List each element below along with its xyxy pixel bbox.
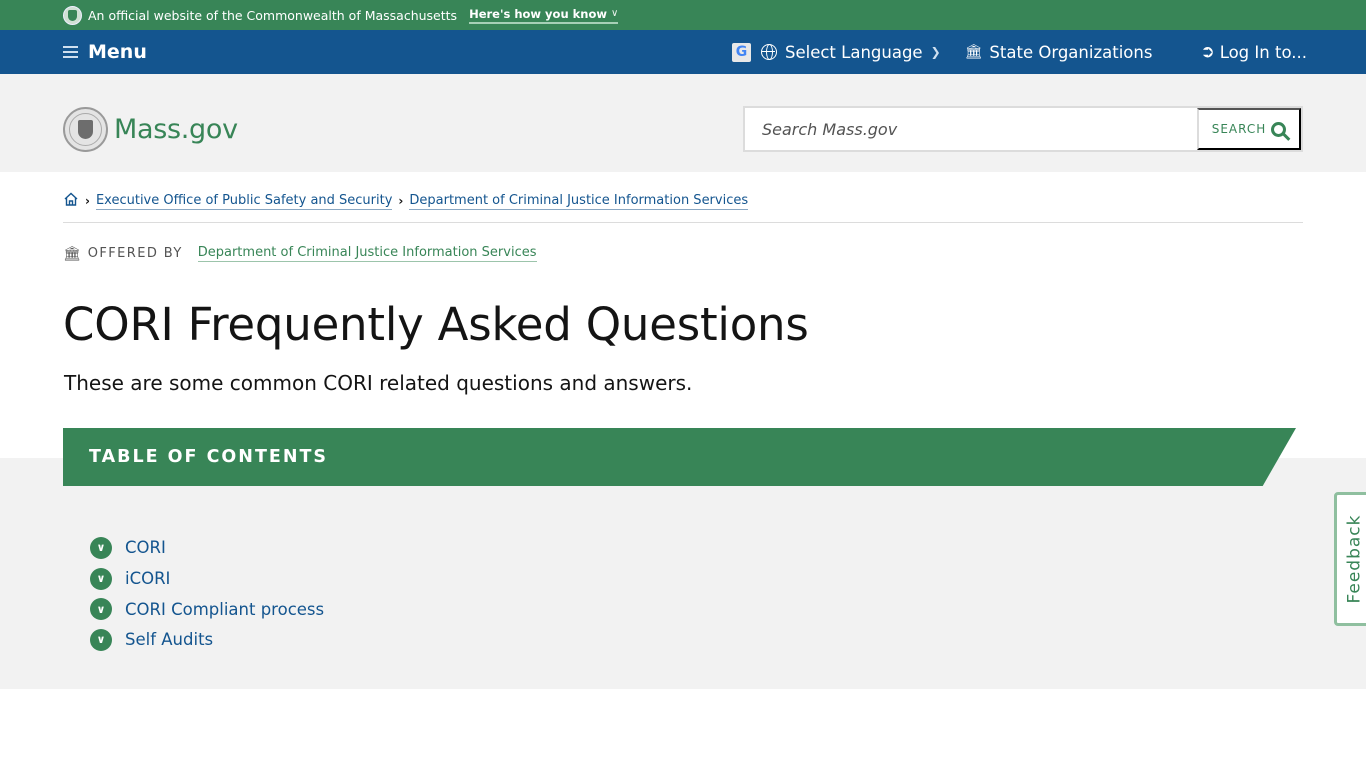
search-button-label: SEARCH: [1211, 122, 1267, 136]
toc-link[interactable]: CORI Compliant process: [125, 600, 324, 619]
state-organizations-button[interactable]: 🏛 State Organizations: [965, 43, 1153, 62]
language-label: Select Language: [785, 42, 923, 62]
breadcrumb-link[interactable]: Department of Criminal Justice Informati…: [409, 193, 749, 210]
offered-by-label: OFFERED BY: [87, 246, 183, 261]
toc-item[interactable]: ∨ CORI Compliant process: [90, 594, 324, 624]
toc-link[interactable]: iCORI: [125, 569, 170, 588]
toc-item[interactable]: ∨ iCORI: [90, 563, 324, 594]
toc-link[interactable]: Self Audits: [125, 630, 213, 649]
breadcrumb-link[interactable]: Executive Office of Public Safety and Se…: [95, 193, 393, 210]
chevron-right-icon: ›: [85, 194, 90, 208]
search-button[interactable]: SEARCH: [1197, 108, 1301, 150]
state-seal-icon: [63, 5, 82, 25]
menu-button[interactable]: Menu: [63, 41, 147, 63]
home-link[interactable]: [63, 191, 79, 211]
toc-item[interactable]: ∨ CORI: [90, 532, 324, 563]
page-title: CORI Frequently Asked Questions: [63, 298, 809, 351]
nav-right-group: G Select Language ❯ 🏛 State Organization…: [732, 30, 1307, 74]
toc-list: ∨ CORI ∨ iCORI ∨ CORI Compliant process …: [90, 532, 324, 655]
state-organizations-label: State Organizations: [989, 42, 1153, 62]
chevron-down-circle-icon: ∨: [90, 536, 112, 559]
globe-icon: [761, 44, 777, 60]
login-button[interactable]: ➲ Log In to...: [1200, 42, 1307, 62]
chevron-right-icon: ›: [398, 194, 404, 208]
toc-link[interactable]: CORI: [125, 538, 166, 557]
menu-label: Menu: [88, 41, 147, 63]
official-banner: An official website of the Commonwealth …: [0, 0, 1366, 30]
building-icon: 🏛: [63, 245, 81, 262]
divider: [63, 222, 1303, 223]
building-icon: 🏛: [964, 44, 983, 60]
site-header: Mass.gov SEARCH: [0, 74, 1366, 172]
offered-by: 🏛 OFFERED BY Department of Criminal Just…: [63, 245, 537, 262]
official-text: An official website of the Commonwealth …: [88, 7, 458, 23]
toc-header: TABLE OF CONTENTS: [63, 428, 1296, 486]
google-translate-icon: G: [732, 42, 751, 62]
logo-text: Mass.gov: [114, 114, 238, 145]
page-subtitle: These are some common CORI related quest…: [64, 371, 693, 395]
utility-nav: Menu G Select Language ❯ 🏛 State Organiz…: [0, 30, 1366, 74]
login-icon: ➲: [1200, 42, 1215, 62]
login-label: Log In to...: [1219, 42, 1307, 62]
state-seal-icon: [63, 107, 108, 152]
feedback-label: Feedback: [1344, 514, 1364, 604]
feedback-tab[interactable]: Feedback: [1334, 492, 1366, 626]
breadcrumb: › Executive Office of Public Safety and …: [63, 191, 749, 211]
hamburger-icon: [63, 46, 78, 58]
chevron-down-circle-icon: ∨: [90, 567, 112, 590]
how-you-know-link[interactable]: Here's how you know ∨: [469, 6, 619, 24]
chevron-down-circle-icon: ∨: [90, 598, 112, 620]
search-form: SEARCH: [743, 106, 1303, 152]
offered-by-org-link[interactable]: Department of Criminal Justice Informati…: [197, 245, 537, 262]
chevron-down-icon: ❯: [930, 45, 941, 59]
chevron-down-circle-icon: ∨: [90, 628, 112, 651]
search-icon: [1271, 121, 1287, 137]
mass-gov-logo[interactable]: Mass.gov: [63, 107, 238, 152]
toc-item[interactable]: ∨ Self Audits: [90, 624, 324, 655]
toc-title: TABLE OF CONTENTS: [89, 447, 329, 467]
chevron-down-icon: ∨: [611, 8, 619, 19]
language-selector[interactable]: Select Language ❯: [761, 43, 941, 62]
home-icon: [64, 192, 78, 206]
how-you-know-label: Here's how you know: [469, 6, 608, 21]
search-input[interactable]: [745, 108, 1197, 150]
